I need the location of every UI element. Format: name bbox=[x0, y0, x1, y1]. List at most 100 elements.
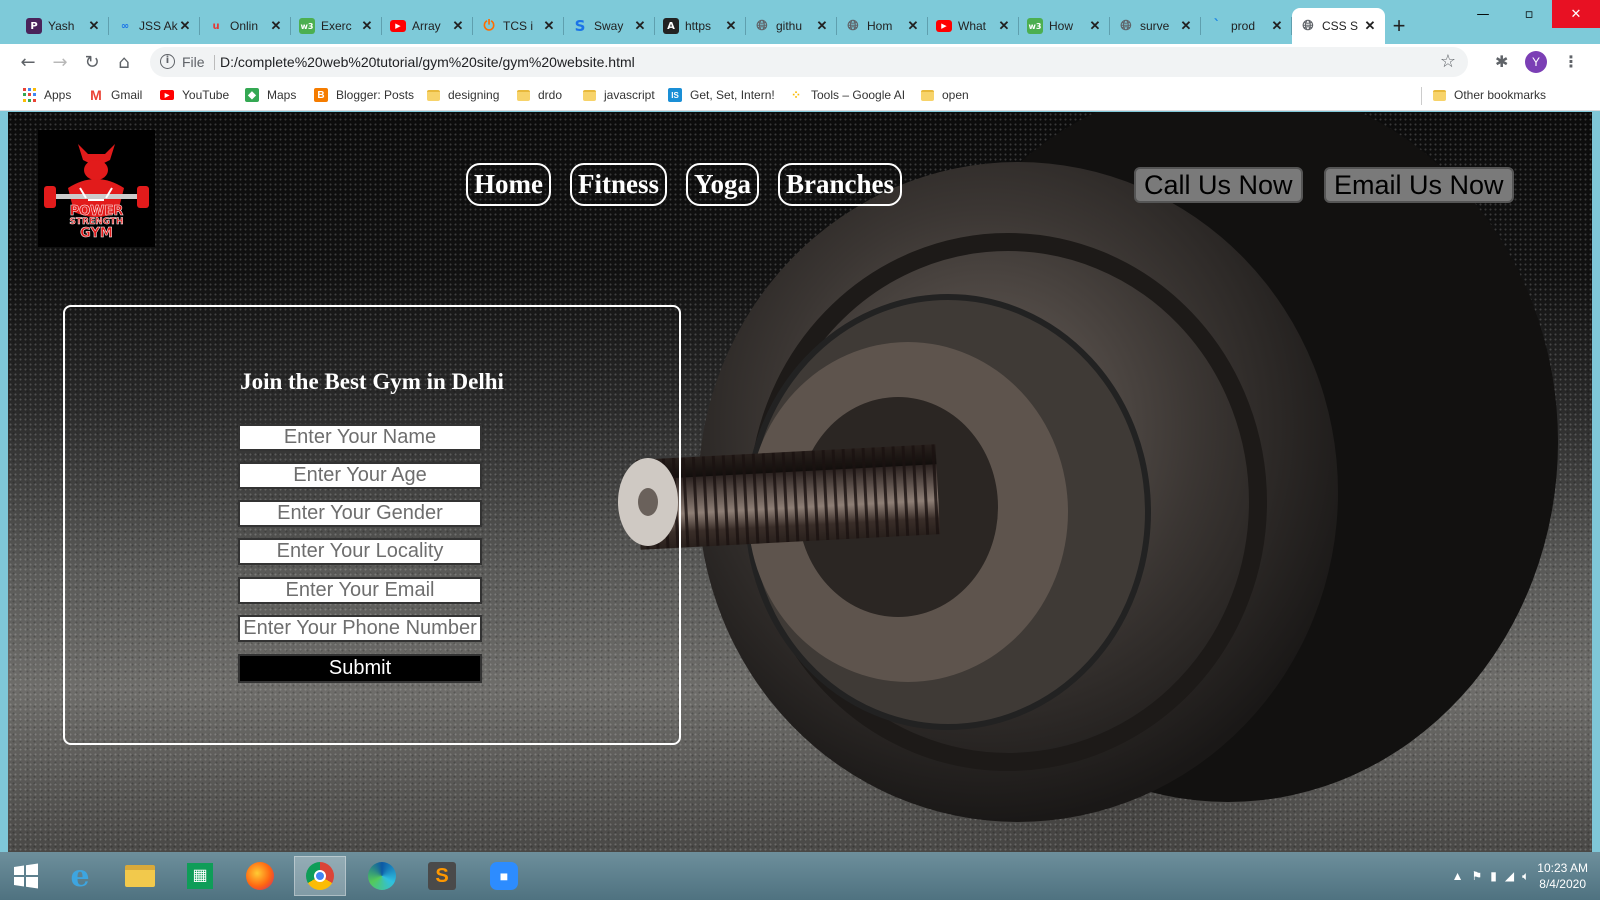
close-icon[interactable]: ✕ bbox=[1088, 18, 1102, 34]
phone-field[interactable]: Enter Your Phone Number bbox=[238, 615, 482, 642]
tab-1[interactable]: P Yash ✕ bbox=[18, 8, 109, 44]
submit-button[interactable]: Submit bbox=[238, 654, 482, 683]
bookmark-label: Blogger: Posts bbox=[336, 88, 415, 102]
bookmark-youtube[interactable]: ▶ YouTube bbox=[160, 85, 229, 105]
name-field[interactable]: Enter Your Name bbox=[238, 424, 482, 451]
forward-icon[interactable]: → bbox=[48, 50, 72, 74]
home-icon[interactable]: ⌂ bbox=[112, 50, 136, 74]
tab-title: TCS i bbox=[503, 19, 533, 33]
info-icon[interactable]: i bbox=[160, 54, 175, 69]
bookmark-open[interactable]: open bbox=[921, 85, 969, 105]
battery-icon[interactable]: ▮ bbox=[1490, 869, 1497, 883]
close-icon[interactable]: ✕ bbox=[1270, 18, 1284, 34]
firefox-icon[interactable] bbox=[234, 856, 286, 896]
window-close-icon[interactable]: ✕ bbox=[1552, 0, 1600, 28]
bookmark-label: Gmail bbox=[111, 88, 143, 102]
bookmark-blogger[interactable]: B Blogger: Posts bbox=[314, 85, 414, 105]
maps-icon: ◆ bbox=[245, 88, 259, 102]
bookmark-get-set-intern[interactable]: IS Get, Set, Intern! bbox=[668, 85, 775, 105]
nav-home[interactable]: Home bbox=[466, 163, 551, 206]
close-icon[interactable]: ✕ bbox=[269, 18, 283, 34]
close-icon[interactable]: ✕ bbox=[724, 18, 738, 34]
close-icon[interactable]: ✕ bbox=[633, 18, 647, 34]
clock[interactable]: 10:23 AM 8/4/2020 bbox=[1537, 860, 1588, 892]
tab-3[interactable]: u Onlin ✕ bbox=[200, 8, 291, 44]
time-text: 10:23 AM bbox=[1537, 861, 1588, 875]
email-us-button[interactable]: Email Us Now bbox=[1324, 167, 1514, 203]
nav-fitness[interactable]: Fitness bbox=[569, 163, 667, 206]
tab-7[interactable]: S Sway ✕ bbox=[564, 8, 655, 44]
folder-icon bbox=[427, 89, 440, 101]
volume-icon[interactable]: 🔈︎ bbox=[1522, 869, 1529, 884]
nav-yoga[interactable]: Yoga bbox=[685, 163, 759, 206]
locality-field[interactable]: Enter Your Locality bbox=[238, 538, 482, 565]
gym-logo[interactable]: POWER STRENGTH GYM bbox=[38, 130, 155, 247]
back-icon[interactable]: ← bbox=[16, 50, 40, 74]
tray-chevron-icon[interactable]: ▲ bbox=[1452, 869, 1464, 883]
menu-kebab-icon[interactable]: ⋮ bbox=[1563, 52, 1579, 71]
bookmark-maps[interactable]: ◆ Maps bbox=[245, 85, 296, 105]
bookmark-apps[interactable]: Apps bbox=[22, 85, 71, 105]
tab-12[interactable]: w3 How ✕ bbox=[1019, 8, 1110, 44]
windows-start-icon[interactable] bbox=[0, 856, 52, 896]
age-field[interactable]: Enter Your Age bbox=[238, 462, 482, 489]
close-icon[interactable]: ✕ bbox=[360, 18, 374, 34]
extensions-puzzle-icon[interactable]: ✱ bbox=[1495, 52, 1508, 71]
address-bar[interactable]: i File D:/complete%20web%20tutorial/gym%… bbox=[150, 47, 1468, 77]
zoom-icon[interactable]: ■ bbox=[478, 856, 530, 896]
tab-10[interactable]: 🌐︎ Hom ✕ bbox=[837, 8, 928, 44]
email-field[interactable]: Enter Your Email bbox=[238, 577, 482, 604]
bookmark-tools-google-ai[interactable]: ⁘ Tools – Google AI bbox=[789, 85, 905, 105]
tab-9[interactable]: 🌐︎ githu ✕ bbox=[746, 8, 837, 44]
bookmark-gmail[interactable]: M Gmail bbox=[89, 85, 142, 105]
close-icon[interactable]: ✕ bbox=[87, 18, 101, 34]
reload-icon[interactable]: ↻ bbox=[80, 50, 104, 74]
bookmark-star-icon[interactable]: ☆ bbox=[1440, 51, 1456, 72]
close-icon[interactable]: ✕ bbox=[178, 18, 192, 34]
chrome-icon[interactable] bbox=[294, 856, 346, 896]
tab-6[interactable]: ⏻ TCS i ✕ bbox=[473, 8, 564, 44]
internet-explorer-icon[interactable]: e bbox=[54, 856, 106, 896]
main-navigation: Home Fitness Yoga Branches bbox=[466, 163, 902, 206]
close-icon[interactable]: ✕ bbox=[451, 18, 465, 34]
new-tab-button[interactable]: + bbox=[1385, 8, 1413, 44]
tab-4[interactable]: w3 Exerc ✕ bbox=[291, 8, 382, 44]
minimize-icon[interactable]: — bbox=[1460, 0, 1506, 28]
close-icon[interactable]: ✕ bbox=[1179, 18, 1193, 34]
bookmark-drdo[interactable]: drdo bbox=[517, 85, 562, 105]
bookmark-javascript[interactable]: javascript bbox=[583, 85, 655, 105]
tab-13[interactable]: 🌐︎ surve ✕ bbox=[1110, 8, 1201, 44]
network-icon[interactable]: ◢ bbox=[1505, 869, 1514, 883]
divider bbox=[1421, 87, 1422, 105]
url-text[interactable]: D:/complete%20web%20tutorial/gym%20site/… bbox=[220, 54, 635, 70]
close-icon[interactable]: ✕ bbox=[815, 18, 829, 34]
flag-icon[interactable]: ⚑ bbox=[1471, 869, 1482, 883]
close-icon[interactable]: ✕ bbox=[906, 18, 920, 34]
maximize-icon[interactable]: ▫ bbox=[1506, 0, 1552, 28]
nav-branches[interactable]: Branches bbox=[778, 163, 902, 206]
file-explorer-icon[interactable] bbox=[114, 856, 166, 896]
a-icon: A bbox=[663, 18, 679, 34]
call-us-button[interactable]: Call Us Now bbox=[1134, 167, 1303, 203]
tab-8[interactable]: Ahttps ✕ bbox=[655, 8, 746, 44]
avatar[interactable]: Y bbox=[1525, 51, 1547, 73]
tab-5[interactable]: ▶ Array ✕ bbox=[382, 8, 473, 44]
browser-toolbar: ← → ↻ ⌂ i File D:/complete%20web%20tutor… bbox=[0, 44, 1600, 80]
tab-title: Exerc bbox=[321, 19, 352, 33]
tab-14[interactable]: ˋ prod ✕ bbox=[1201, 8, 1292, 44]
sublime-text-icon[interactable]: S bbox=[416, 856, 468, 896]
bookmark-label: designing bbox=[448, 88, 500, 102]
close-icon[interactable]: ✕ bbox=[997, 18, 1011, 34]
close-icon[interactable]: ✕ bbox=[1363, 18, 1377, 34]
globe-icon: 🌐︎ bbox=[1120, 18, 1132, 34]
tab-2[interactable]: ∞ JSS Ak ✕ bbox=[109, 8, 200, 44]
gender-field[interactable]: Enter Your Gender bbox=[238, 500, 482, 527]
bookmark-other[interactable]: Other bookmarks bbox=[1433, 85, 1546, 105]
w3-icon: w3 bbox=[1027, 18, 1043, 34]
store-icon[interactable]: ▦ bbox=[174, 856, 226, 896]
tab-11[interactable]: ▶ What ✕ bbox=[928, 8, 1019, 44]
edge-icon[interactable] bbox=[356, 856, 408, 896]
bookmark-designing[interactable]: designing bbox=[427, 85, 499, 105]
close-icon[interactable]: ✕ bbox=[542, 18, 556, 34]
tab-15-active[interactable]: 🌐︎ CSS S ✕ bbox=[1292, 8, 1385, 44]
